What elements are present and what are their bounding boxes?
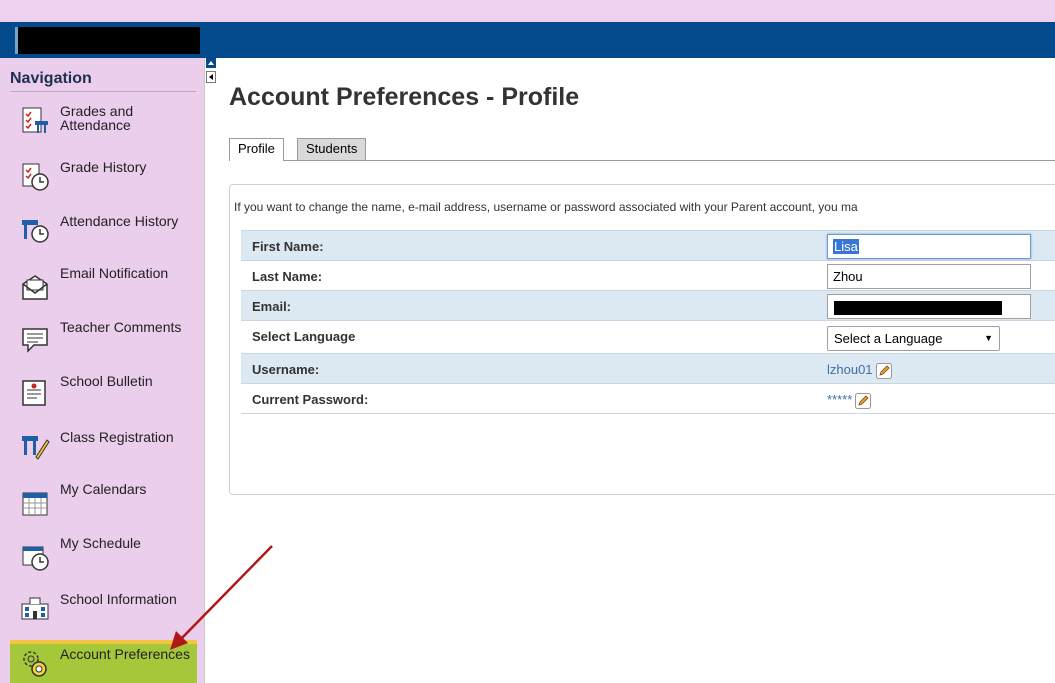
top-strip [0, 0, 1055, 22]
password-value: ***** [827, 392, 853, 407]
nav-item-email-notification[interactable]: Email Notification [10, 262, 197, 314]
calendar-icon [20, 488, 50, 518]
form-row-first-name: First Name: Lisa [241, 231, 1055, 261]
first-name-value: Lisa [833, 239, 859, 254]
nav-item-grades-attendance[interactable]: Grades and Attendance [10, 100, 197, 152]
nav-item-label: Grade History [60, 159, 147, 175]
nav-item-grade-history[interactable]: Grade History [10, 154, 197, 206]
intro-text: If you want to change the name, e-mail a… [234, 200, 858, 214]
nav-item-label: Class Registration [60, 429, 174, 445]
redacted-logo [15, 27, 200, 54]
email-icon [20, 272, 50, 302]
nav-item-teacher-comments[interactable]: Teacher Comments [10, 316, 197, 368]
page-title: Account Preferences - Profile [229, 83, 580, 111]
email-label: Email: [252, 299, 292, 314]
language-label: Select Language [252, 329, 356, 344]
form-row-email: Email: [241, 291, 1055, 321]
collapse-left-icon[interactable] [206, 71, 216, 83]
nav-item-label: School Information [60, 591, 177, 607]
username-label: Username: [252, 362, 320, 377]
tab-divider [229, 160, 1055, 161]
nav-item-school-information[interactable]: School Information [10, 586, 197, 638]
nav-item-my-calendars[interactable]: My Calendars [10, 478, 197, 530]
last-name-field[interactable]: Zhou [827, 264, 1031, 289]
first-name-label: First Name: [252, 239, 324, 254]
comments-icon [20, 324, 50, 354]
app-header [0, 22, 1055, 58]
sidebar-collapse-toggle[interactable] [206, 58, 216, 86]
tab-profile[interactable]: Profile [229, 138, 284, 161]
username-value: lzhou01 [827, 362, 873, 377]
password-label: Current Password: [252, 392, 369, 407]
nav-item-label: Teacher Comments [60, 319, 182, 335]
form-row-last-name: Last Name: Zhou [241, 261, 1055, 291]
registration-icon [20, 430, 50, 460]
last-name-label: Last Name: [252, 269, 323, 284]
grades-icon [20, 106, 50, 136]
email-field[interactable] [827, 294, 1031, 319]
nav-item-label: My Schedule [60, 535, 141, 551]
attendance-history-icon [20, 214, 50, 244]
gears-icon [20, 648, 50, 678]
redacted-email [834, 301, 1002, 315]
password-display: ***** [827, 392, 872, 409]
form-row-language: Select Language Select a Language ▼ [241, 321, 1055, 354]
last-name-value: Zhou [833, 269, 863, 284]
nav-item-label: Attendance History [60, 213, 179, 229]
schedule-icon [20, 542, 50, 572]
nav-item-my-schedule[interactable]: My Schedule [10, 532, 197, 584]
nav-item-label: School Bulletin [60, 373, 153, 389]
form-row-username: Username: lzhou01 [241, 354, 1055, 384]
grade-history-icon [20, 162, 50, 192]
username-display: lzhou01 [827, 362, 892, 379]
edit-password-icon[interactable] [855, 392, 872, 409]
nav-item-label: Email Notification [60, 265, 169, 281]
nav-item-label: Account Preferences [60, 646, 190, 662]
first-name-field[interactable]: Lisa [827, 234, 1031, 259]
nav-item-label: My Calendars [60, 481, 147, 497]
profile-form: First Name: Lisa Last Name: Zhou Email: … [241, 230, 1055, 414]
form-row-password: Current Password: ***** [241, 384, 1055, 414]
sidebar-navigation: Navigation Grades and Attendance Grade H… [0, 58, 205, 683]
nav-item-attendance-history[interactable]: Attendance History [10, 208, 197, 260]
nav-item-school-bulletin[interactable]: School Bulletin [10, 370, 197, 422]
nav-item-class-registration[interactable]: Class Registration [10, 424, 197, 476]
bulletin-icon [20, 378, 50, 408]
language-select[interactable]: Select a Language ▼ [827, 326, 1000, 351]
dropdown-caret-icon: ▼ [984, 333, 993, 343]
school-icon [20, 592, 50, 622]
nav-item-label: Grades and Attendance [60, 103, 134, 133]
tab-students[interactable]: Students [297, 138, 367, 160]
collapse-up-icon[interactable] [206, 58, 216, 68]
nav-title: Navigation [10, 70, 196, 92]
edit-username-icon[interactable] [875, 362, 892, 379]
nav-item-account-preferences[interactable]: Account Preferences [10, 640, 197, 683]
language-value: Select a Language [834, 331, 943, 346]
